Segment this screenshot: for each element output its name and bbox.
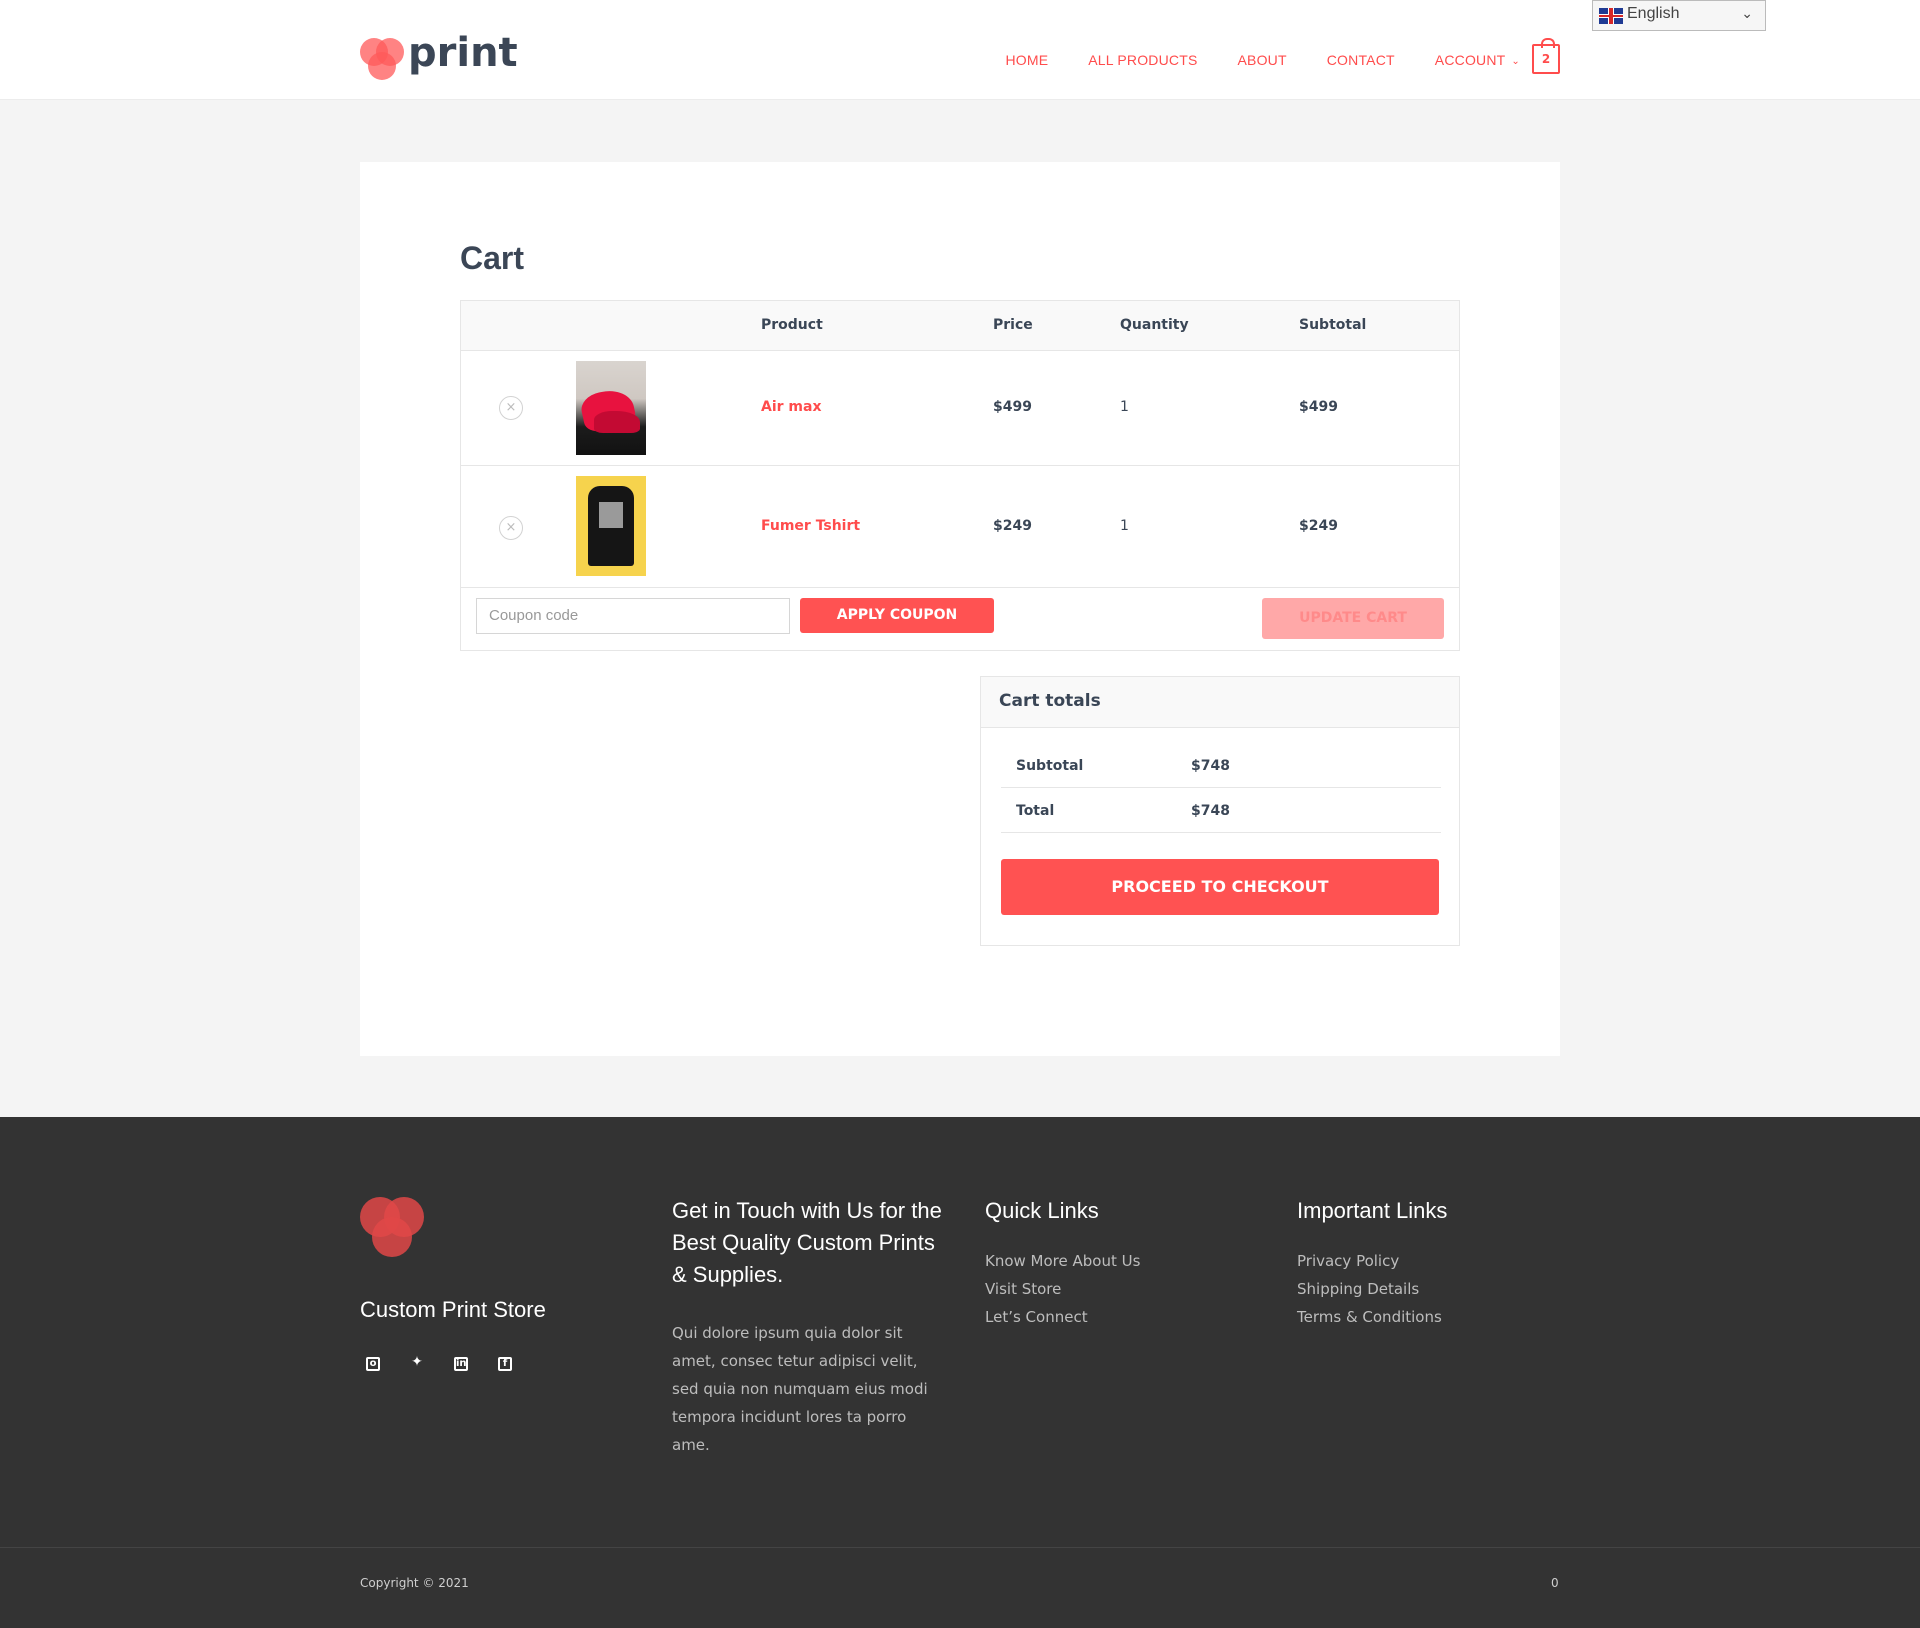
instagram-icon[interactable]: o [366,1357,380,1371]
nav-account[interactable]: ACCOUNT ⌄ [1435,52,1520,68]
nav-home[interactable]: HOME [1005,52,1048,68]
apply-coupon-button[interactable]: APPLY COUPON [800,598,994,633]
facebook-icon[interactable]: f [498,1357,512,1371]
total-row: Total $748 [1001,788,1441,833]
table-row: × Fumer Tshirt $249 1 $249 [461,466,1459,588]
subtotal-row: Subtotal $748 [1001,743,1441,788]
nav-contact[interactable]: CONTACT [1327,52,1395,68]
copyright-text: Copyright © 2021 [360,1576,469,1590]
language-selector[interactable]: English ⌄ [1592,0,1766,31]
footer-store-name: Custom Print Store [360,1297,546,1322]
total-value: $748 [1191,803,1230,819]
table-header: Product Price Quantity Subtotal [461,301,1459,351]
product-quantity[interactable]: 1 [1120,399,1129,415]
coupon-row: Coupon code APPLY COUPON UPDATE CART [461,588,1459,650]
cart-totals: Cart totals Subtotal $748 Total $748 PRO… [980,676,1460,946]
coupon-input[interactable]: Coupon code [476,598,790,634]
col-quantity: Quantity [1120,317,1189,333]
remove-icon[interactable]: × [499,396,523,420]
product-price: $499 [993,399,1032,415]
table-row: × Air max $499 1 $499 [461,351,1459,466]
cart-count-badge: 2 [1541,52,1551,66]
col-price: Price [993,317,1033,333]
product-thumbnail[interactable] [576,476,646,576]
cart-table: Product Price Quantity Subtotal × Air ma… [460,300,1460,651]
product-price: $249 [993,518,1032,534]
logo-text: print [408,30,518,76]
footer-contact-col: Get in Touch with Us for the Best Qualit… [672,1195,942,1459]
footer-quick-heading: Quick Links [985,1198,1099,1223]
product-thumbnail[interactable] [576,361,646,455]
footer-link[interactable]: Shipping Details [1297,1275,1447,1303]
footer-right-text: 0 [1551,1576,1559,1590]
language-label: English [1627,5,1680,22]
footer-contact-heading: Get in Touch with Us for the Best Qualit… [672,1198,942,1287]
product-quantity[interactable]: 1 [1120,518,1129,534]
nav-account-label: ACCOUNT [1434,52,1506,68]
twitter-icon[interactable]: ✦ [410,1355,424,1371]
logo-mark-icon [360,38,406,84]
footer-contact-text: Qui dolore ipsum quia dolor sit amet, co… [672,1324,928,1454]
remove-icon[interactable]: × [499,516,523,540]
cart-card: Cart Product Price Quantity Subtotal × A… [360,162,1560,1056]
nav-about[interactable]: ABOUT [1238,52,1287,68]
subtotal-value: $748 [1191,758,1230,774]
cart-bag-icon[interactable]: 2 [1532,38,1560,74]
col-product: Product [761,317,823,333]
footer-link[interactable]: Know More About Us [985,1247,1140,1275]
footer-bottom-bar: Copyright © 2021 0 [0,1547,1920,1628]
footer-important-heading: Important Links [1297,1198,1448,1223]
linkedin-icon[interactable]: in [454,1357,468,1371]
proceed-to-checkout-button[interactable]: PROCEED TO CHECKOUT [1001,859,1439,915]
col-subtotal: Subtotal [1299,317,1367,333]
product-subtotal: $499 [1299,399,1338,415]
footer-link[interactable]: Visit Store [985,1275,1140,1303]
product-name-link[interactable]: Air max [761,399,821,415]
product-subtotal: $249 [1299,518,1338,534]
flag-uk-icon [1599,8,1623,24]
chevron-down-icon: ⌄ [1511,56,1520,67]
chevron-down-icon: ⌄ [1741,5,1753,21]
site-logo[interactable]: print [360,30,520,84]
footer-quick-links: Quick Links Know More About Us Visit Sto… [985,1195,1140,1331]
footer-logo-icon [360,1197,426,1257]
site-footer: Custom Print Store o ✦ in f Get in Touch… [0,1117,1920,1628]
main-nav: HOME ALL PRODUCTS ABOUT CONTACT ACCOUNT ⌄ [1005,52,1520,68]
footer-link[interactable]: Terms & Conditions [1297,1303,1447,1331]
nav-all-products[interactable]: ALL PRODUCTS [1088,52,1197,68]
footer-important-links: Important Links Privacy Policy Shipping … [1297,1195,1447,1331]
cart-totals-title: Cart totals [981,677,1459,728]
subtotal-label: Subtotal [1016,758,1084,774]
footer-link[interactable]: Let’s Connect [985,1303,1140,1331]
social-links: o ✦ in f [366,1355,512,1371]
footer-link[interactable]: Privacy Policy [1297,1247,1447,1275]
page-title: Cart [460,240,525,276]
site-header: print HOME ALL PRODUCTS ABOUT CONTACT AC… [0,0,1920,100]
product-name-link[interactable]: Fumer Tshirt [761,518,860,534]
update-cart-button[interactable]: UPDATE CART [1262,598,1444,639]
total-label: Total [1016,803,1055,819]
